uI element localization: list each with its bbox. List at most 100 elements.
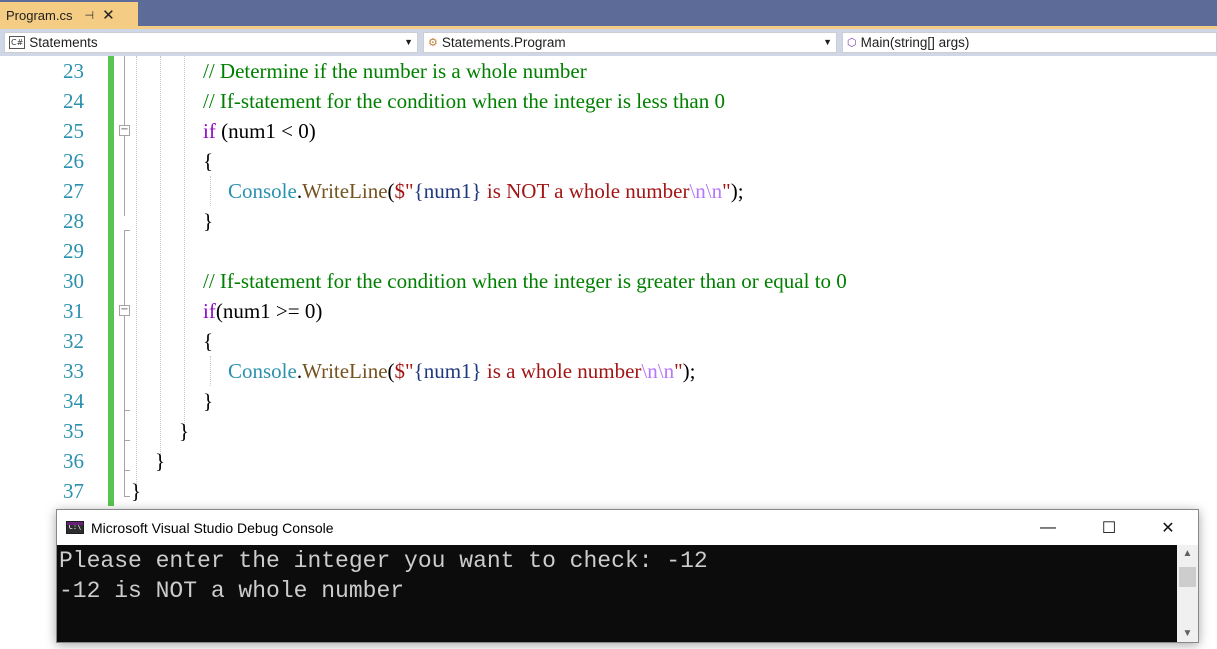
- line-number: 23: [63, 59, 84, 83]
- line-number: 26: [63, 149, 84, 173]
- outline-end: [124, 440, 130, 441]
- project-dropdown[interactable]: C# Statements ▼: [4, 32, 418, 53]
- line-number: 31: [63, 299, 84, 323]
- outline-line: [124, 56, 125, 125]
- string-literal: ": [674, 359, 683, 383]
- code-line-35: }: [179, 416, 189, 446]
- document-tab-strip: Program.cs ⊣ ✕: [0, 0, 1217, 29]
- scrollbar-thumb[interactable]: [1179, 567, 1196, 587]
- line-number: 27: [63, 179, 84, 203]
- keyword: if: [203, 119, 216, 143]
- code-text: );: [682, 359, 696, 383]
- code-line-32: {: [203, 326, 213, 356]
- comment: // If-statement for the condition when t…: [203, 269, 847, 293]
- code-text: );: [730, 179, 744, 203]
- class-icon: ⚙: [428, 37, 438, 49]
- indent-guide: [184, 56, 185, 431]
- escape-sequence: \n\n: [689, 179, 723, 203]
- line-number: 36: [63, 449, 84, 473]
- code-line-34: }: [203, 386, 213, 416]
- close-button[interactable]: ✕: [1145, 510, 1191, 545]
- chevron-down-icon: ▼: [404, 37, 413, 47]
- line-number: 34: [63, 389, 84, 413]
- indent-guide: [210, 176, 211, 206]
- line-number: 30: [63, 269, 84, 293]
- member-dropdown-label: Main(string[] args): [860, 35, 970, 50]
- indent-guide: [210, 356, 211, 386]
- method-icon: ⬡: [847, 37, 857, 49]
- line-number: 29: [63, 239, 84, 263]
- string-literal: $": [394, 359, 414, 383]
- console-title: Microsoft Visual Studio Debug Console: [91, 519, 334, 536]
- line-number: 35: [63, 419, 84, 443]
- outline-end: [124, 496, 130, 497]
- code-text: (num1 >= 0): [215, 299, 323, 323]
- debug-console-window[interactable]: C:\ Microsoft Visual Studio Debug Consol…: [56, 509, 1199, 643]
- console-output-line: -12 is NOT a whole number: [59, 578, 405, 604]
- line-number: 32: [63, 329, 84, 353]
- code-line-30: // If-statement for the condition when t…: [203, 266, 847, 296]
- code-line-36: }: [155, 446, 165, 476]
- outline-line: [124, 136, 125, 216]
- outline-end: [124, 410, 130, 411]
- string-literal: ": [722, 179, 731, 203]
- maximize-button[interactable]: ☐: [1086, 510, 1132, 545]
- console-output-area[interactable]: Please enter the integer you want to che…: [57, 545, 1177, 642]
- console-title-bar[interactable]: C:\ Microsoft Visual Studio Debug Consol…: [57, 510, 1198, 545]
- collapse-icon[interactable]: −: [119, 125, 130, 136]
- line-number: 25: [63, 119, 84, 143]
- scroll-up-icon[interactable]: ▲: [1177, 545, 1198, 562]
- brace: {: [203, 149, 214, 173]
- chevron-down-icon: ▼: [823, 37, 832, 47]
- code-line-25: if (num1 < 0): [203, 116, 316, 146]
- brace: }: [179, 419, 190, 443]
- code-line-28: }: [203, 206, 213, 236]
- comment: // Determine if the number is a whole nu…: [203, 59, 587, 83]
- class-dropdown-label: Statements.Program: [441, 35, 566, 50]
- line-number: 28: [63, 209, 84, 233]
- code-text: (num1 < 0): [215, 119, 316, 143]
- interpolation: {num1}: [413, 179, 482, 203]
- pin-icon[interactable]: ⊣: [84, 9, 94, 22]
- escape-sequence: \n\n: [641, 359, 675, 383]
- code-line-26: {: [203, 146, 213, 176]
- csharp-project-icon: C#: [9, 36, 26, 49]
- tab-title: Program.cs: [6, 7, 73, 23]
- console-scrollbar[interactable]: ▲ ▼: [1177, 545, 1198, 642]
- class-dropdown[interactable]: ⚙ Statements.Program ▼: [423, 32, 837, 53]
- close-icon[interactable]: ✕: [102, 6, 115, 24]
- member-dropdown[interactable]: ⬡ Main(string[] args): [842, 32, 1217, 53]
- type-name: Console: [228, 179, 297, 203]
- change-tracking-bar: [108, 56, 114, 506]
- tab-program-cs[interactable]: Program.cs ⊣ ✕: [0, 2, 138, 28]
- code-line-24: // If-statement for the condition when t…: [203, 86, 725, 116]
- string-literal: is a whole number: [481, 359, 642, 383]
- brace: {: [203, 329, 214, 353]
- line-number: 33: [63, 359, 84, 383]
- outline-line: [124, 231, 125, 305]
- brace: }: [131, 479, 142, 503]
- code-text: (: [387, 179, 395, 203]
- minimize-button[interactable]: —: [1025, 510, 1071, 545]
- collapse-icon[interactable]: −: [119, 305, 130, 316]
- string-literal: $": [394, 179, 414, 203]
- brace: }: [203, 209, 214, 233]
- project-dropdown-label: Statements: [29, 35, 98, 50]
- line-number: 24: [63, 89, 84, 113]
- navigation-bar: C# Statements ▼ ⚙ Statements.Program ▼ ⬡…: [0, 29, 1217, 56]
- scroll-down-icon[interactable]: ▼: [1177, 625, 1198, 642]
- indent-guide: [160, 56, 161, 466]
- console-output-line: Please enter the integer you want to che…: [59, 548, 708, 574]
- code-text: (: [387, 359, 395, 383]
- type-name: Console: [228, 359, 297, 383]
- keyword: if: [203, 299, 216, 323]
- line-number: 37: [63, 479, 84, 503]
- brace: }: [155, 449, 166, 473]
- indent-guide: [136, 56, 137, 496]
- interpolation: {num1}: [413, 359, 482, 383]
- brace: }: [203, 389, 214, 413]
- code-line-33: Console.WriteLine($"{num1} is a whole nu…: [228, 356, 696, 386]
- code-line-27: Console.WriteLine($"{num1} is NOT a whol…: [228, 176, 744, 206]
- outline-line: [124, 316, 125, 496]
- code-line-31: if(num1 >= 0): [203, 296, 322, 326]
